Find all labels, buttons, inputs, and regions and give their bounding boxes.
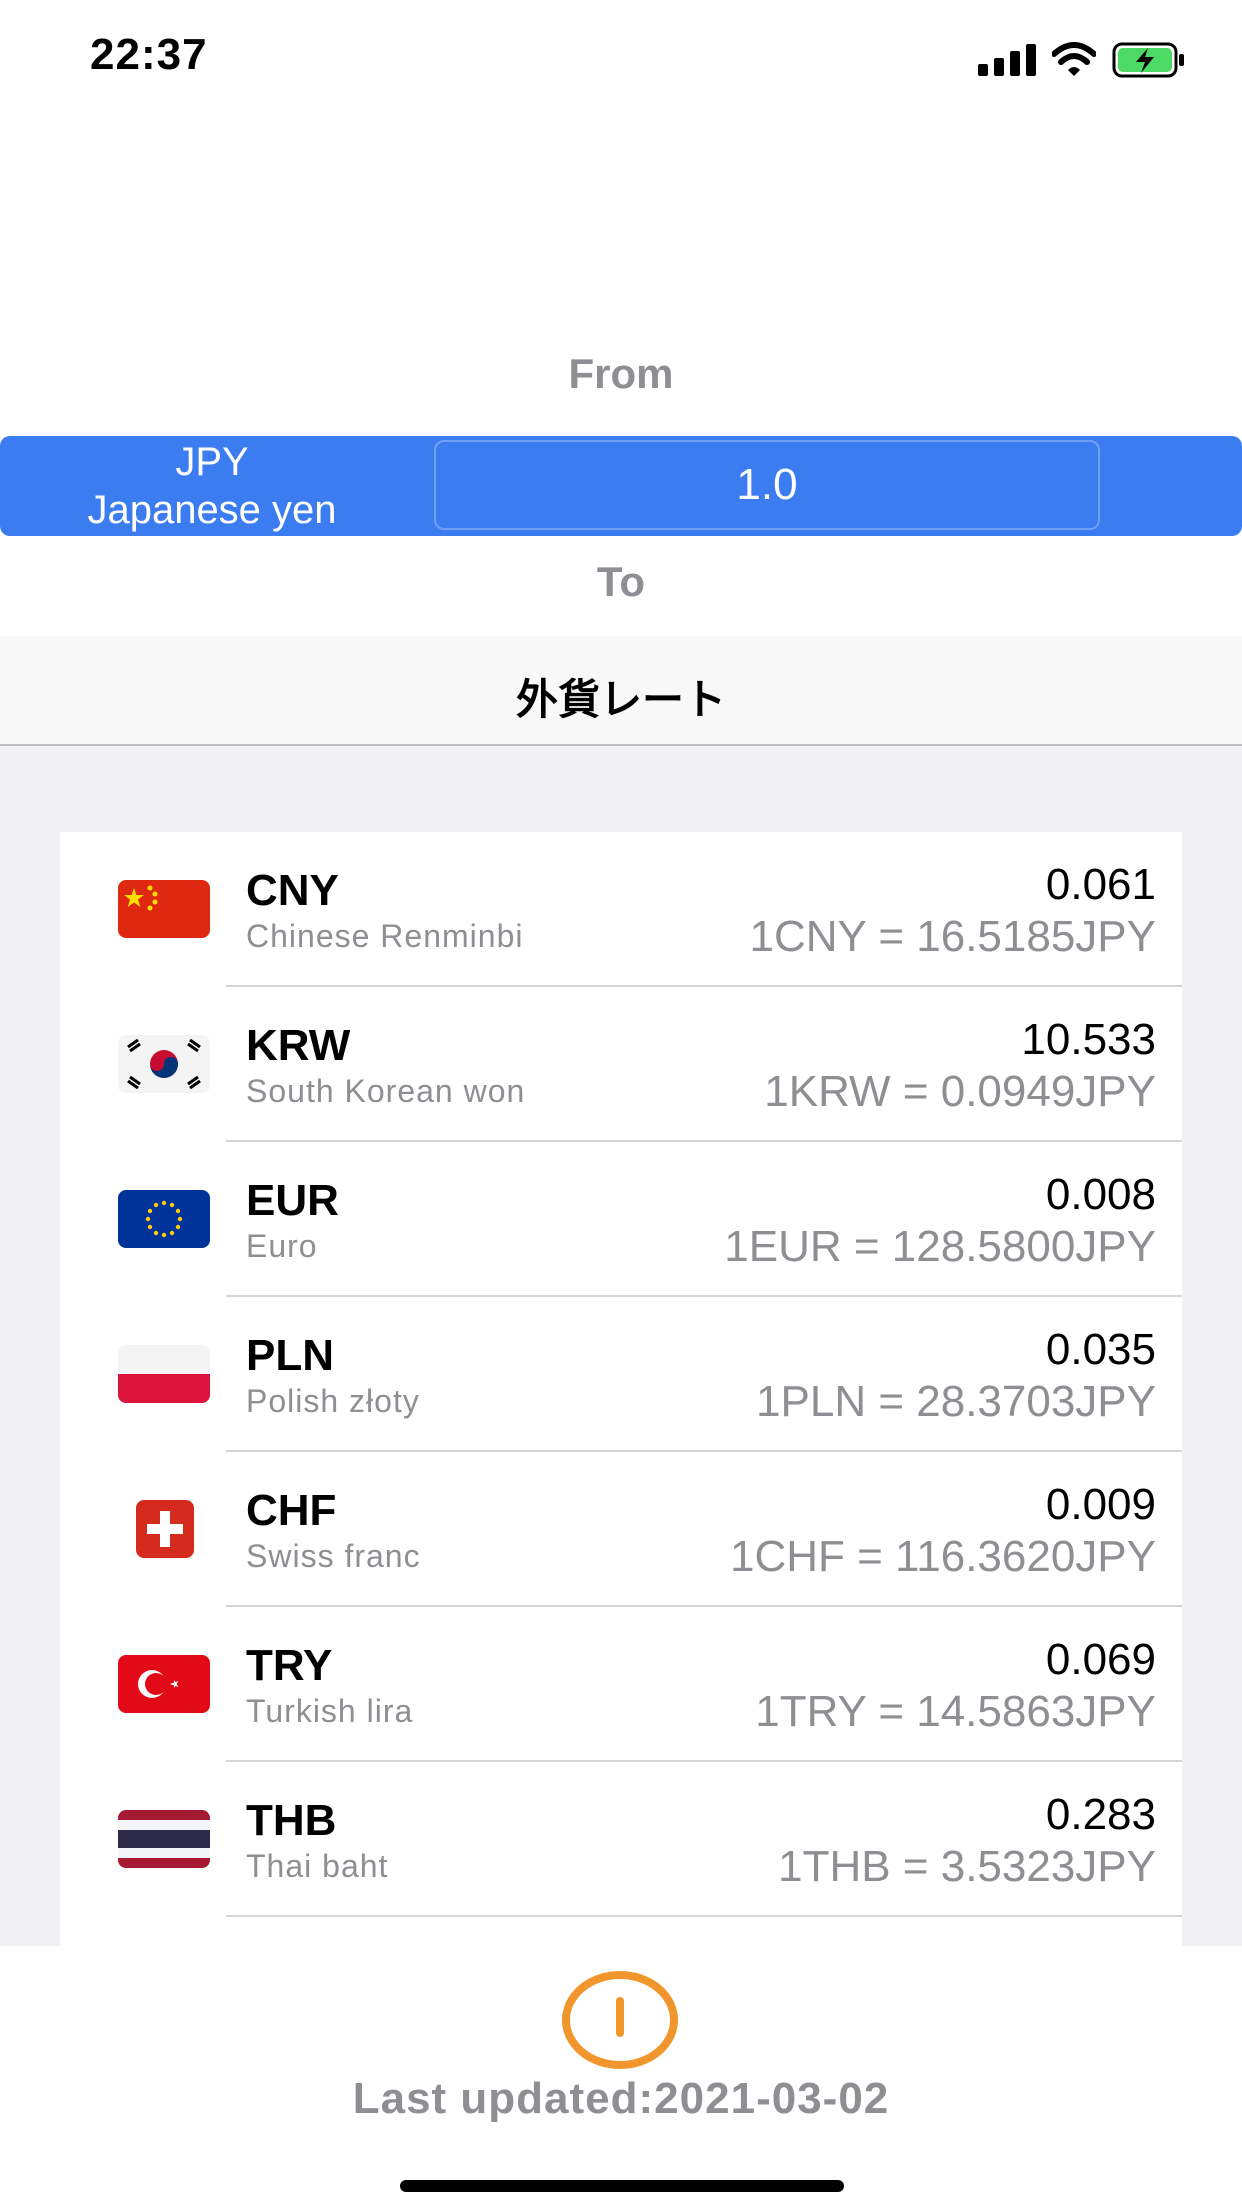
currency-code: TRY <box>246 1641 333 1690</box>
currency-name: Thai baht <box>246 1848 389 1884</box>
currency-name: Chinese Renminbi <box>246 918 524 954</box>
exchange-rate: 10.533 <box>1021 1015 1156 1064</box>
rate-row-try[interactable]: TRY Turkish lira 0.069 1TRY = 14.5863JPY <box>60 1607 1182 1762</box>
currency-name: Swiss franc <box>246 1538 421 1574</box>
rate-row-krw[interactable]: KRW South Korean won 10.533 1KRW = 0.094… <box>60 987 1182 1142</box>
south-korea-flag-icon <box>118 1035 210 1093</box>
conversion-text: 1THB = 3.5323JPY <box>778 1842 1156 1891</box>
wifi-icon <box>1051 42 1097 78</box>
home-indicator[interactable] <box>400 2180 844 2192</box>
exchange-rate: 0.069 <box>1045 1635 1156 1684</box>
conversion-text: 1CHF = 116.3620JPY <box>730 1532 1156 1581</box>
rate-row-cny[interactable]: CNY Chinese Renminbi 0.061 1CNY = 16.518… <box>60 832 1182 987</box>
rate-row-thb[interactable]: THB Thai baht 0.283 1THB = 3.5323JPY <box>60 1762 1182 1917</box>
currency-code: PLN <box>246 1331 334 1380</box>
currency-code: CNY <box>246 866 339 915</box>
conversion-text: 1EUR = 128.5800JPY <box>724 1222 1156 1271</box>
footer: Last updated:2021-03-02 <box>0 1946 1242 2208</box>
currency-code: CHF <box>246 1486 337 1535</box>
navigation-bar: 外貨レート <box>0 636 1242 746</box>
switzerland-flag-icon <box>136 1500 194 1558</box>
page-title: 外貨レート <box>515 676 726 723</box>
last-updated-text: Last updated:2021-03-02 <box>352 2074 890 2123</box>
exchange-rate: 0.008 <box>1045 1170 1156 1219</box>
currency-name: South Korean won <box>246 1073 526 1109</box>
rate-row-eur[interactable]: EUR Euro 0.008 1EUR = 128.5800JPY <box>60 1142 1182 1297</box>
rates-list[interactable]: CNY Chinese Renminbi 0.061 1CNY = 16.518… <box>60 832 1182 1946</box>
base-currency-name[interactable]: Japanese yen <box>0 488 424 533</box>
cellular-signal-icon <box>978 44 1036 76</box>
info-icon[interactable] <box>562 1970 678 2070</box>
currency-name: Euro <box>246 1228 318 1264</box>
turkey-flag-icon <box>118 1655 210 1713</box>
currency-code: KRW <box>246 1021 351 1070</box>
conversion-text: 1CNY = 16.5185JPY <box>749 912 1156 961</box>
china-flag-icon <box>118 880 210 938</box>
currency-name: Polish złoty <box>246 1383 420 1419</box>
battery-charging-icon <box>1112 42 1186 78</box>
row-divider <box>226 1915 1182 1917</box>
currency-name: Turkish lira <box>246 1693 414 1729</box>
currency-code: EUR <box>246 1176 339 1225</box>
status-time: 22:37 <box>90 30 208 79</box>
currency-code: THB <box>246 1796 337 1845</box>
exchange-rate: 0.061 <box>1045 860 1156 909</box>
thailand-flag-icon <box>118 1810 210 1868</box>
base-currency-code[interactable]: JPY <box>0 440 424 485</box>
poland-flag-icon <box>118 1345 210 1403</box>
eu-flag-icon <box>118 1190 210 1248</box>
exchange-rate: 0.035 <box>1045 1325 1156 1374</box>
rate-row-pln[interactable]: PLN Polish złoty 0.035 1PLN = 28.3703JPY <box>60 1297 1182 1452</box>
conversion-text: 1PLN = 28.3703JPY <box>756 1377 1156 1426</box>
conversion-text: 1KRW = 0.0949JPY <box>764 1067 1156 1116</box>
rate-row-chf[interactable]: CHF Swiss franc 0.009 1CHF = 116.3620JPY <box>60 1452 1182 1607</box>
to-label: To <box>596 558 646 605</box>
exchange-rate: 0.009 <box>1045 1480 1156 1529</box>
conversion-text: 1TRY = 14.5863JPY <box>755 1687 1156 1736</box>
base-currency-bar: JPY Japanese yen <box>0 436 1242 536</box>
from-label: From <box>568 350 674 397</box>
exchange-rate: 0.283 <box>1045 1790 1156 1839</box>
amount-input[interactable] <box>434 440 1100 530</box>
